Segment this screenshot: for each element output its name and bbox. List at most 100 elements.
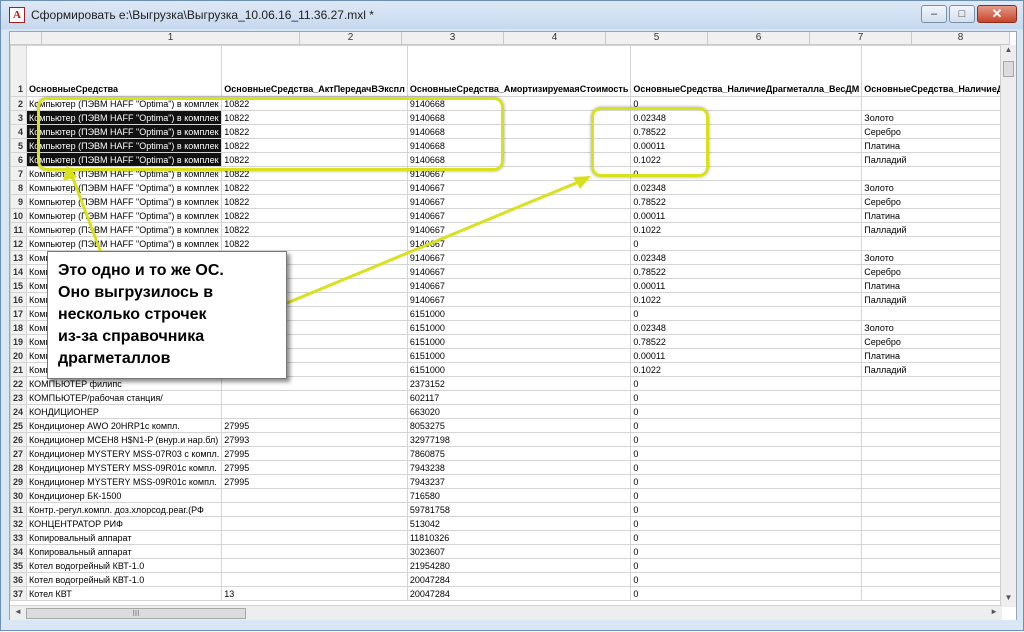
table-cell[interactable]	[861, 446, 1016, 461]
table-cell[interactable]: 0	[630, 306, 863, 321]
table-cell[interactable]: 0	[630, 488, 863, 503]
table-row[interactable]: 34 Копировальный аппарат 3023607 0	[10, 544, 1016, 559]
row-number[interactable]: 37	[10, 586, 28, 601]
table-cell[interactable]: 7860875	[406, 446, 632, 461]
table-cell[interactable]: Серебро	[861, 264, 1016, 279]
table-cell[interactable]: 9140667	[406, 292, 632, 307]
table-cell[interactable]: 0	[630, 558, 863, 573]
table-row[interactable]: 28 Кондиционер MYSTERY MSS-09R01с компл. 2…	[10, 460, 1016, 475]
table-row[interactable]: 32 КОНЦЕНТРАТОР РИФ 513042 0	[10, 516, 1016, 531]
table-cell[interactable]: 10822	[221, 222, 408, 237]
column-header[interactable]: ОсновныеСредства_НаличиеДрагметалла_ВидД…	[861, 45, 1016, 97]
row-number[interactable]: 15	[10, 278, 28, 293]
table-cell[interactable]: 0.02348	[630, 320, 863, 335]
row-number[interactable]: 17	[10, 306, 28, 321]
table-cell[interactable]: Серебро	[861, 124, 1016, 139]
table-cell[interactable]	[221, 404, 408, 419]
table-cell[interactable]	[861, 306, 1016, 321]
table-row[interactable]: 33 Копировальный аппарат 11810326 0	[10, 530, 1016, 545]
scroll-up-arrow-icon[interactable]: ▲	[1001, 45, 1016, 59]
row-number[interactable]: 31	[10, 502, 28, 517]
table-cell[interactable]: 0	[630, 516, 863, 531]
table-cell[interactable]	[861, 516, 1016, 531]
table-cell[interactable]: 7943237	[406, 474, 632, 489]
row-number[interactable]: 7	[10, 166, 28, 181]
table-cell[interactable]	[861, 418, 1016, 433]
table-cell[interactable]	[861, 530, 1016, 545]
row-number[interactable]: 20	[10, 348, 28, 363]
row-number[interactable]: 3	[10, 110, 28, 125]
table-cell[interactable]: Палладий	[861, 152, 1016, 167]
table-cell[interactable]	[221, 516, 408, 531]
row-number[interactable]: 8	[10, 180, 28, 195]
table-cell[interactable]: 27995	[221, 460, 408, 475]
table-cell[interactable]	[861, 166, 1016, 181]
table-cell[interactable]: 0	[630, 572, 863, 587]
row-number[interactable]: 30	[10, 488, 28, 503]
row-number[interactable]: 21	[10, 362, 28, 377]
row-number[interactable]: 28	[10, 460, 28, 475]
table-cell[interactable]: 0.00011	[630, 208, 863, 223]
table-cell[interactable]: 0	[630, 376, 863, 391]
table-cell[interactable]: 0	[630, 404, 863, 419]
table-cell[interactable]: 9140667	[406, 264, 632, 279]
column-number[interactable]: 7	[810, 32, 912, 45]
table-cell[interactable]: Палладий	[861, 362, 1016, 377]
table-cell[interactable]	[861, 558, 1016, 573]
table-cell[interactable]	[861, 460, 1016, 475]
scroll-right-arrow-icon[interactable]: ►	[990, 607, 998, 616]
table-cell[interactable]: 0	[630, 530, 863, 545]
table-row[interactable]: 27 Кондиционер MYSTERY MSS-07R03 с компл.…	[10, 446, 1016, 461]
table-row[interactable]: 36 Котел водогрейный КВТ-1.0 20047284 0	[10, 572, 1016, 587]
table-cell[interactable]: 9140667	[406, 278, 632, 293]
table-row[interactable]: 12 Компьютер (ПЭВМ HAFF "Optima") в компл…	[10, 236, 1016, 251]
table-cell[interactable]: 27995	[221, 418, 408, 433]
table-cell[interactable]: 27995	[221, 474, 408, 489]
table-row[interactable]: 26 Кондиционер MCEH8 H$N1-P (внур.и нар.б…	[10, 432, 1016, 447]
column-header[interactable]: ОсновныеСредства_АмортизируемаяСтоимость	[406, 45, 632, 97]
row-number[interactable]: 11	[10, 222, 28, 237]
table-cell[interactable]: Золото	[861, 110, 1016, 125]
table-cell[interactable]: 0.1022	[630, 222, 863, 237]
table-cell[interactable]: Кондиционер БК-1500	[26, 488, 223, 503]
table-cell[interactable]: Компьютер (ПЭВМ HAFF "Optima") в комплек	[26, 194, 223, 209]
column-number[interactable]: 5	[606, 32, 708, 45]
table-row[interactable]: 35 Котел водогрейный КВТ-1.0 21954280 0	[10, 558, 1016, 573]
table-cell[interactable]: Серебро	[861, 334, 1016, 349]
row-number[interactable]: 27	[10, 446, 28, 461]
table-cell[interactable]: Компьютер (ПЭВМ HAFF "Optima") в комплек	[26, 208, 223, 223]
table-cell[interactable]	[221, 390, 408, 405]
table-cell[interactable]: 13	[221, 586, 408, 601]
table-cell[interactable]	[221, 558, 408, 573]
table-cell[interactable]: КОНДИЦИОНЕР	[26, 404, 223, 419]
table-cell[interactable]	[221, 572, 408, 587]
table-cell[interactable]: 6151000	[406, 362, 632, 377]
table-row[interactable]: 37 Котел КВТ 13 20047284 0	[10, 586, 1016, 601]
table-cell[interactable]: 0	[630, 586, 863, 601]
table-cell[interactable]: Золото	[861, 250, 1016, 265]
table-cell[interactable]: 9140667	[406, 250, 632, 265]
table-cell[interactable]: 27993	[221, 432, 408, 447]
column-number[interactable]: 1	[42, 32, 300, 45]
table-cell[interactable]: 0	[630, 446, 863, 461]
row-number[interactable]: 4	[10, 124, 28, 139]
table-row[interactable]: 10 Компьютер (ПЭВМ HAFF "Optima") в компл…	[10, 208, 1016, 223]
table-cell[interactable]: Кондиционер AWO 20HRP1с компл.	[26, 418, 223, 433]
table-cell[interactable]: Копировальный аппарат	[26, 544, 223, 559]
table-cell[interactable]	[861, 488, 1016, 503]
table-cell[interactable]: Платина	[861, 138, 1016, 153]
table-cell[interactable]: 0.78522	[630, 194, 863, 209]
row-number[interactable]: 35	[10, 558, 28, 573]
row-number[interactable]: 25	[10, 418, 28, 433]
table-cell[interactable]: Серебро	[861, 194, 1016, 209]
column-number[interactable]: 4	[504, 32, 606, 45]
row-number[interactable]: 32	[10, 516, 28, 531]
table-cell[interactable]: 9140667	[406, 180, 632, 195]
table-cell[interactable]: 0	[630, 390, 863, 405]
row-number[interactable]: 13	[10, 250, 28, 265]
table-cell[interactable]: Кондиционер MYSTERY MSS-09R01с компл.	[26, 460, 223, 475]
row-number[interactable]: 36	[10, 572, 28, 587]
table-row[interactable]: 29 Кондиционер MYSTERY MSS-09R01с компл. 2…	[10, 474, 1016, 489]
table-cell[interactable]: 9140667	[406, 194, 632, 209]
table-cell[interactable]: 8053275	[406, 418, 632, 433]
